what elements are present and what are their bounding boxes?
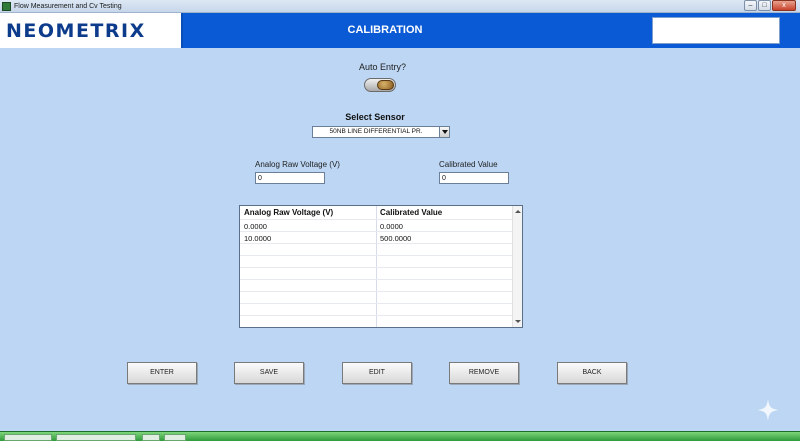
- edit-button[interactable]: EDIT: [342, 362, 412, 384]
- calibrated-value-input[interactable]: [439, 172, 509, 184]
- save-button[interactable]: SAVE: [234, 362, 304, 384]
- dropdown-arrow-button[interactable]: [439, 127, 449, 137]
- taskbar-item[interactable]: [4, 434, 52, 441]
- close-button[interactable]: x: [772, 0, 796, 11]
- app-icon: [2, 2, 11, 11]
- table-cell[interactable]: 500.0000: [380, 234, 411, 243]
- row-divider: [240, 243, 513, 244]
- minimize-button[interactable]: –: [744, 0, 757, 11]
- header-info-box: [652, 17, 780, 44]
- table-cell[interactable]: 0.0000: [380, 222, 403, 231]
- taskbar-item[interactable]: [142, 434, 160, 441]
- auto-entry-toggle[interactable]: [364, 78, 396, 92]
- toggle-knob: [377, 80, 394, 90]
- taskbar: [0, 431, 800, 441]
- row-divider: [240, 279, 513, 280]
- chevron-down-icon: [442, 130, 448, 134]
- select-sensor-label: Select Sensor: [345, 112, 405, 122]
- column-header-calibrated-value: Calibrated Value: [380, 208, 443, 217]
- scroll-down-icon[interactable]: [515, 320, 521, 323]
- raw-voltage-input[interactable]: [255, 172, 325, 184]
- back-button[interactable]: BACK: [557, 362, 627, 384]
- taskbar-item[interactable]: [164, 434, 186, 441]
- raw-voltage-label: Analog Raw Voltage (V): [255, 160, 340, 169]
- row-divider: [240, 291, 513, 292]
- sensor-dropdown[interactable]: 50NB LINE DIFFERENTIAL PR.: [312, 126, 450, 138]
- row-divider: [240, 231, 513, 232]
- row-divider: [240, 255, 513, 256]
- taskbar-item[interactable]: [56, 434, 136, 441]
- table-cell[interactable]: 10.0000: [244, 234, 271, 243]
- neometrix-logo: NEOMETRIX: [6, 20, 146, 42]
- maximize-button[interactable]: □: [758, 0, 771, 11]
- window-titlebar: Flow Measurement and Cv Testing – □ x: [0, 0, 800, 13]
- auto-entry-label: Auto Entry?: [358, 62, 407, 72]
- sensor-selected-value: 50NB LINE DIFFERENTIAL PR.: [329, 128, 423, 135]
- table-scrollbar[interactable]: [512, 206, 522, 327]
- table-cell[interactable]: 0.0000: [244, 222, 267, 231]
- row-divider: [240, 315, 513, 316]
- remove-button[interactable]: REMOVE: [449, 362, 519, 384]
- row-divider: [240, 219, 513, 220]
- page-title: CALIBRATION: [347, 24, 423, 36]
- enter-button[interactable]: ENTER: [127, 362, 197, 384]
- app-header: NEOMETRIX CALIBRATION: [0, 13, 800, 48]
- calibration-table[interactable]: Analog Raw Voltage (V) Calibrated Value …: [239, 205, 523, 328]
- window-title: Flow Measurement and Cv Testing: [14, 3, 122, 10]
- calibrated-value-label: Calibrated Value: [439, 160, 498, 169]
- row-divider: [240, 303, 513, 304]
- logo-panel: NEOMETRIX: [0, 13, 183, 48]
- column-header-raw-voltage: Analog Raw Voltage (V): [244, 208, 334, 217]
- row-divider: [240, 267, 513, 268]
- sparkle-icon: [757, 399, 779, 421]
- scroll-up-icon[interactable]: [515, 210, 521, 213]
